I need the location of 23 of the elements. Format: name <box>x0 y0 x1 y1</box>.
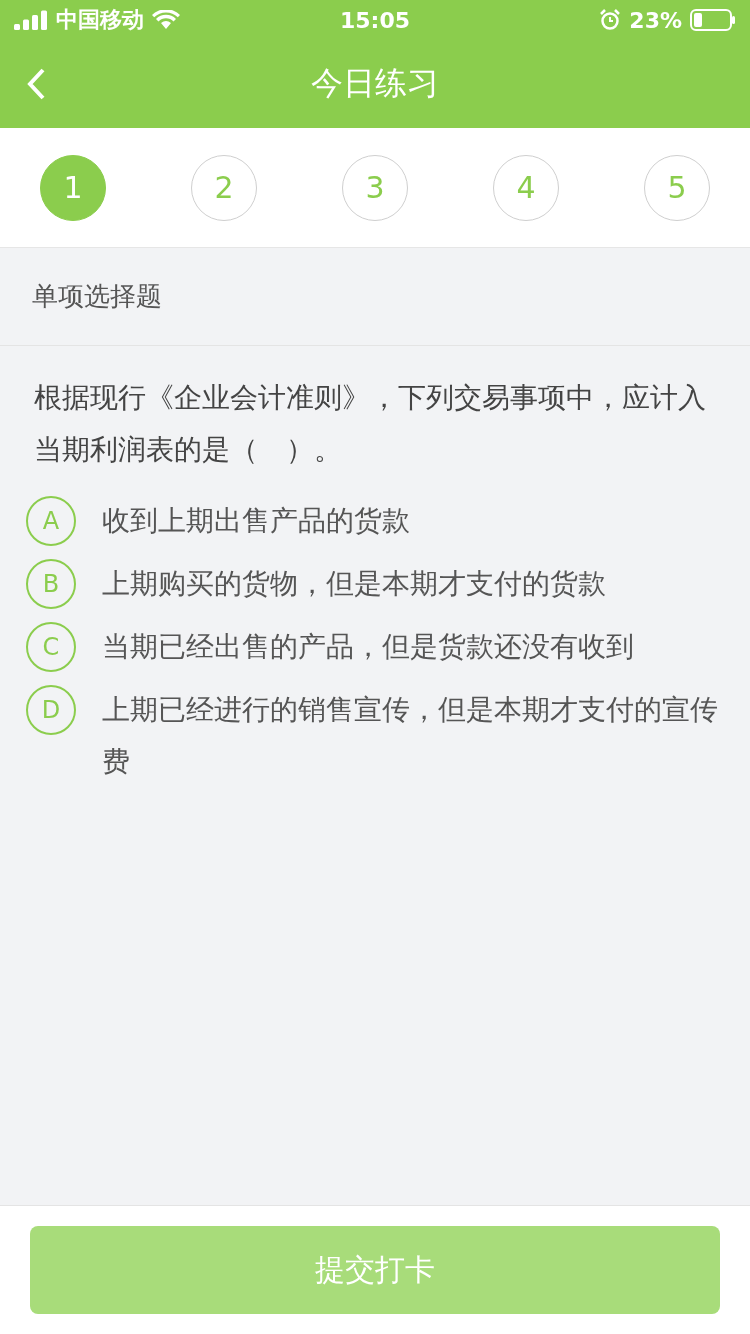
battery-percent: 23% <box>629 7 682 33</box>
battery-icon <box>690 9 736 31</box>
option-letter[interactable]: B <box>26 559 76 609</box>
option-letter[interactable]: D <box>26 685 76 735</box>
question-number-tab[interactable]: 3 <box>342 154 408 221</box>
option-letter[interactable]: A <box>26 496 76 546</box>
signal-icon <box>14 10 48 30</box>
alarm-clock-icon <box>599 9 622 31</box>
question-number-tab[interactable]: 1 <box>40 154 106 221</box>
question-number-tab[interactable]: 5 <box>644 154 710 221</box>
page-title: 今日练习 <box>311 63 439 104</box>
option-letter[interactable]: C <box>26 622 76 672</box>
question-type: 单项选择题 <box>32 280 162 313</box>
question-number-tab[interactable]: 2 <box>191 154 257 221</box>
option-text[interactable]: 当期已经出售的产品，但是货款还没有收到 <box>102 621 634 673</box>
question-text: 根据现行《企业会计准则》，下列交易事项中，应计入当期利润表的是（ ）。 <box>34 380 707 468</box>
carrier-name: 中国移动 <box>56 6 144 34</box>
question-number-tab[interactable]: 4 <box>493 154 559 221</box>
option-text[interactable]: 上期购买的货物，但是本期才支付的货款 <box>102 558 606 610</box>
option-text[interactable]: 收到上期出售产品的货款 <box>102 495 410 547</box>
status-time: 15:05 <box>340 7 410 33</box>
option-text[interactable]: 上期已经进行的销售宣传，但是本期才支付的宣传费 <box>102 684 724 788</box>
wifi-icon <box>152 10 180 30</box>
